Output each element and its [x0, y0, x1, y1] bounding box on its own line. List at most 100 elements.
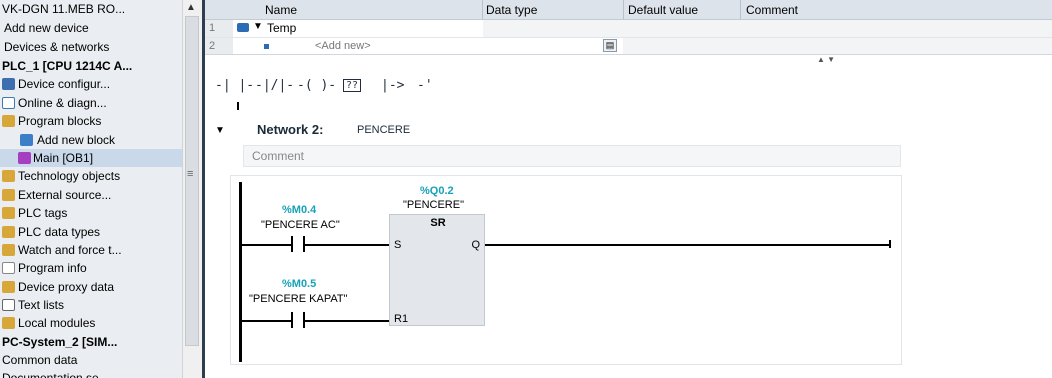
left-power-rail — [239, 182, 242, 362]
network-comment[interactable]: Comment — [243, 145, 901, 167]
block-interface-table: Name Data type Default value Comment 1 ▼… — [205, 0, 1052, 56]
contact2-address[interactable]: %M0.5 — [282, 278, 316, 290]
tree-item-label: Watch and force t... — [18, 243, 122, 257]
folder-icon — [2, 317, 15, 329]
coil-button[interactable]: -( )- — [297, 78, 336, 93]
block-type: SR — [430, 217, 446, 229]
folder-icon — [2, 281, 15, 293]
tree-item-label: Main [OB1] — [33, 151, 94, 165]
previous-network-rail — [237, 102, 239, 110]
tree-item-label: Add new device — [4, 21, 89, 35]
folder-icon — [2, 207, 15, 219]
column-header-default-value[interactable]: Default value — [628, 3, 698, 17]
tree-item-program-info[interactable]: Program info — [0, 259, 182, 277]
tree-item-label: Program blocks — [18, 114, 102, 128]
folder-icon — [2, 226, 15, 238]
row-cells[interactable] — [623, 38, 1052, 55]
tree-item-documentation[interactable]: Documentation se... — [0, 369, 182, 378]
tree-item-label: VK-DGN 11.MEB RO... — [2, 2, 126, 16]
tree-item-text-lists[interactable]: Text lists — [0, 296, 182, 314]
open-branch-button[interactable]: |-> — [381, 78, 404, 93]
tree-item-label: PLC_1 [CPU 1214C A... — [2, 59, 133, 73]
tree-item-online-diag[interactable]: Online & diagn... — [0, 94, 182, 112]
add-new-placeholder[interactable]: <Add new> — [315, 40, 371, 52]
tree-item-devices-networks[interactable]: Devices & networks — [0, 38, 182, 56]
column-header-name[interactable]: Name — [265, 3, 297, 17]
column-divider[interactable] — [623, 0, 624, 19]
rung-wire — [305, 320, 389, 322]
ladder-network[interactable]: %M0.4 "PENCERE AC" %M0.5 "PENCERE KAPAT"… — [230, 175, 902, 365]
interface-row-name[interactable]: Temp — [267, 21, 296, 35]
contact2-tag[interactable]: "PENCERE KAPAT" — [249, 293, 347, 305]
tree-item-local-modules[interactable]: Local modules — [0, 314, 182, 332]
close-branch-button[interactable]: -' — [417, 78, 433, 93]
scroll-up-icon[interactable]: ▲ — [186, 2, 196, 13]
row-cells[interactable] — [483, 20, 1052, 37]
ob-icon — [18, 152, 31, 164]
tree-item-add-new-block[interactable]: Add new block — [0, 131, 182, 149]
tree-item-device-proxy[interactable]: Device proxy data — [0, 278, 182, 296]
nc-contact-button[interactable]: -|/|- — [255, 78, 294, 93]
temp-section-icon — [237, 23, 249, 32]
tree-item-program-blocks[interactable]: Program blocks — [0, 112, 182, 130]
tree-item-label: Text lists — [18, 298, 65, 312]
tree-item-add-new-device[interactable]: Add new device — [0, 19, 182, 37]
no-contact-button[interactable]: -| |- — [215, 78, 254, 93]
interface-header: Name Data type Default value Comment — [205, 0, 1052, 20]
tree-item-plc-tags[interactable]: PLC tags — [0, 204, 182, 222]
column-header-comment[interactable]: Comment — [746, 3, 798, 17]
tree-item-label: Common data — [2, 353, 78, 367]
tree-item-label: Documentation se... — [2, 371, 109, 378]
row-number: 1 — [205, 20, 233, 37]
grip-icon: ≡ — [187, 168, 194, 180]
tree-scrollbar[interactable]: ▲ ≡ — [182, 0, 202, 378]
add-block-icon — [20, 134, 33, 146]
tree-item-technology-objects[interactable]: Technology objects — [0, 167, 182, 185]
text-list-icon — [2, 299, 15, 311]
collapse-arrow-icon[interactable]: ▼ — [253, 21, 263, 32]
tree-item-label: Add new block — [37, 133, 116, 147]
tree-item-label: Online & diagn... — [18, 96, 107, 110]
tree-item-label: Device proxy data — [18, 280, 115, 294]
contact-pencere-ac[interactable] — [291, 236, 305, 252]
tree-item-label: External source... — [18, 188, 112, 202]
splitter-arrows-icon[interactable]: ▲ ▼ — [817, 55, 835, 64]
folder-icon — [2, 244, 15, 256]
sr-flip-flop-block[interactable]: SR S Q R1 — [389, 214, 485, 326]
column-header-data-type[interactable]: Data type — [486, 3, 537, 17]
pin-r1: R1 — [394, 313, 409, 325]
column-divider[interactable] — [740, 0, 741, 19]
folder-icon — [2, 189, 15, 201]
tree-item-common-data[interactable]: Common data — [0, 351, 182, 369]
ladder-toolbar: ▲ ▼ -| |- -|/|- -( )- ?? |-> -' — [205, 54, 1052, 113]
tree-item-device-config[interactable]: Device configur... — [0, 75, 182, 93]
contact-pencere-kapat[interactable] — [291, 312, 305, 328]
tree-item-plc1[interactable]: PLC_1 [CPU 1214C A... — [0, 57, 182, 75]
network-name[interactable]: PENCERE — [357, 124, 410, 136]
network-header[interactable]: ▼ Network 2: PENCERE — [205, 120, 865, 142]
scroll-thumb[interactable] — [185, 16, 199, 346]
block-tag[interactable]: "PENCERE" — [403, 199, 464, 211]
tree-item-main-ob1[interactable]: Main [OB1] — [0, 149, 182, 167]
tree-item-project[interactable]: VK-DGN 11.MEB RO... — [0, 0, 182, 18]
tree-item-watch-force[interactable]: Watch and force t... — [0, 241, 182, 259]
info-icon — [2, 262, 15, 274]
type-picker-icon[interactable]: ▤ — [603, 39, 617, 52]
tree-item-label: Device configur... — [18, 77, 111, 91]
rung-wire — [241, 244, 291, 246]
pin-q: Q — [471, 239, 480, 251]
contact1-tag[interactable]: "PENCERE AC" — [261, 219, 340, 231]
tree-item-plc-data-types[interactable]: PLC data types — [0, 223, 182, 241]
tree-item-label: PC-System_2 [SIM... — [2, 335, 118, 349]
tree-item-pc-system[interactable]: PC-System_2 [SIM... — [0, 333, 182, 351]
empty-box-button[interactable]: ?? — [343, 79, 362, 92]
block-address[interactable]: %Q0.2 — [420, 185, 454, 197]
contact1-address[interactable]: %M0.4 — [282, 204, 316, 216]
tree-item-external-source[interactable]: External source... — [0, 186, 182, 204]
rung-end-marker — [889, 240, 891, 248]
tree-item-label: PLC data types — [18, 225, 101, 239]
collapse-network-icon[interactable]: ▼ — [215, 125, 225, 136]
online-diag-icon — [2, 97, 15, 109]
column-divider[interactable] — [482, 0, 483, 19]
table-row[interactable]: 1 ▼ Temp — [205, 20, 1052, 38]
